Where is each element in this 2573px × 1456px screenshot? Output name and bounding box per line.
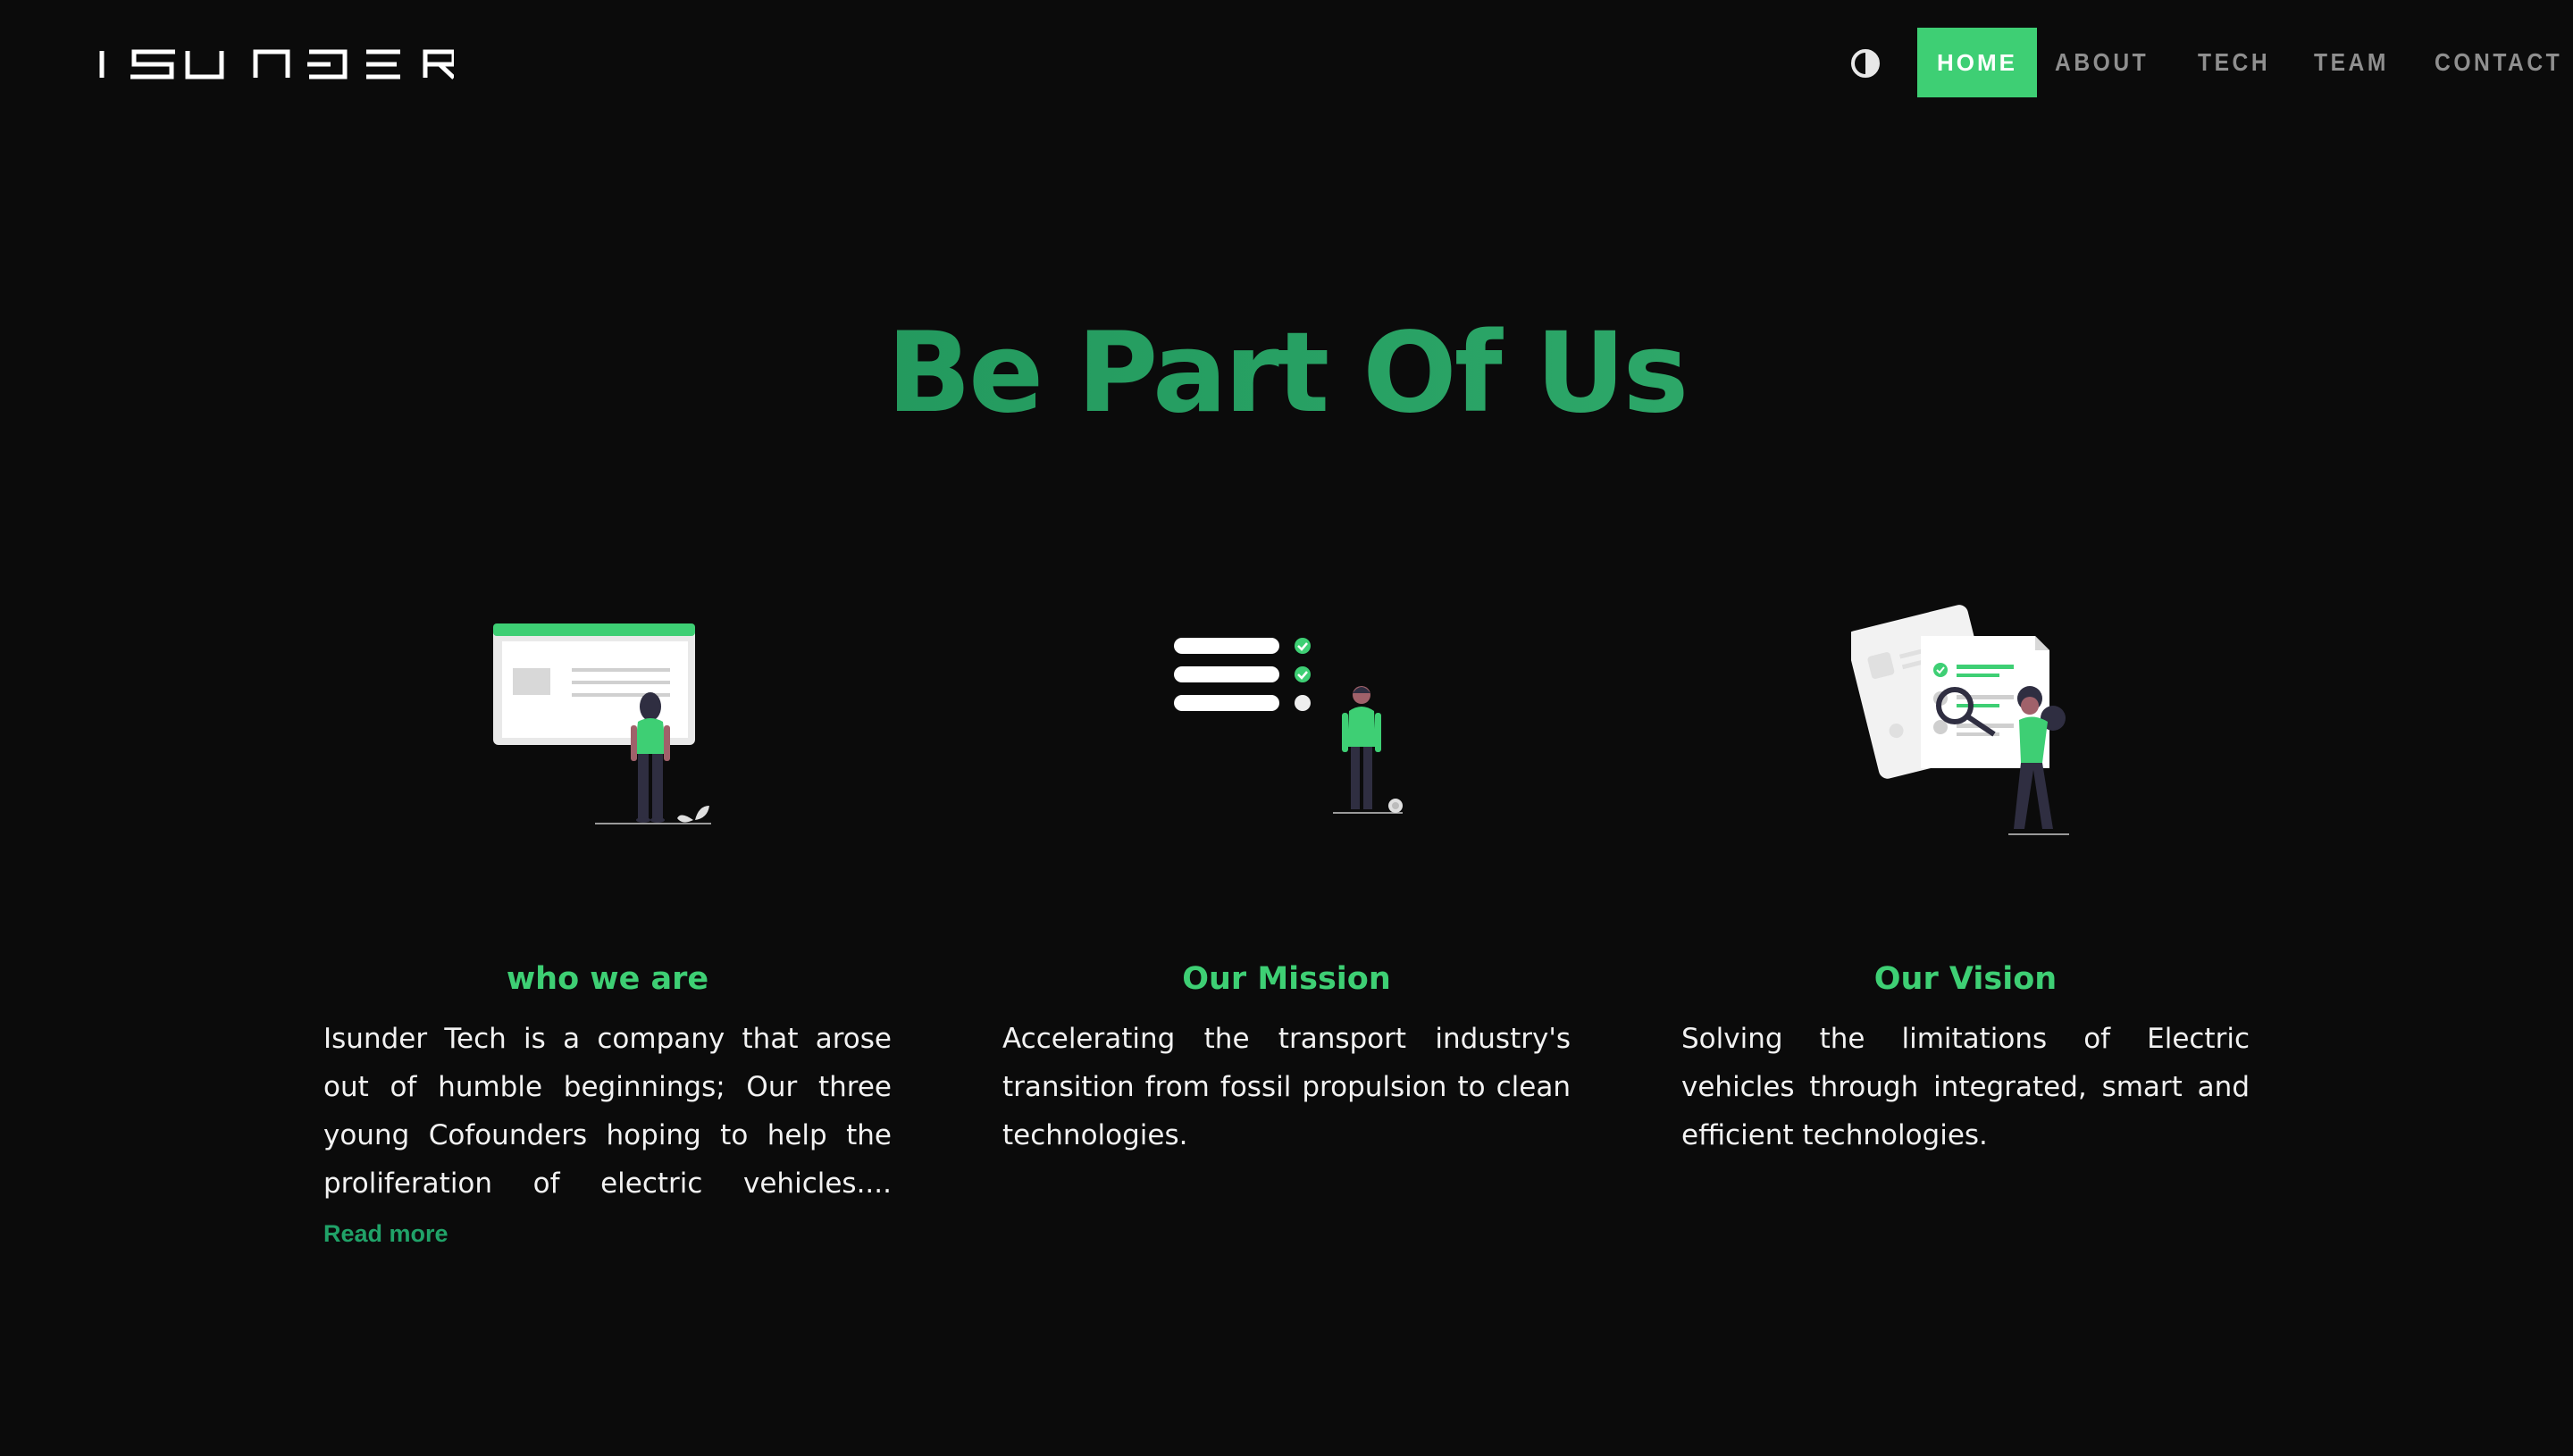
- nav-team[interactable]: TEAM: [2314, 28, 2389, 97]
- card-title: Our Vision: [1873, 961, 2058, 997]
- card-title: who we are: [506, 961, 709, 997]
- logo-wordmark-icon: [99, 49, 454, 79]
- theme-toggle-button[interactable]: [1849, 47, 1882, 79]
- checklist-illustration: [1002, 581, 1571, 849]
- website-viewer-illustration: [323, 581, 892, 849]
- contrast-icon: [1851, 49, 1880, 78]
- read-more-link[interactable]: Read more: [323, 1220, 448, 1248]
- hero-title: Be Part Of Us: [0, 313, 2573, 435]
- nav-about[interactable]: ABOUT: [2055, 28, 2149, 97]
- card-text: Solving the limitations of Electric vehi…: [1681, 1023, 2250, 1151]
- page: HOME ABOUT TECH TEAM CONTACT Be Part Of …: [0, 0, 2573, 1456]
- card-title: Our Mission: [1182, 961, 1391, 997]
- nav-home[interactable]: HOME: [1917, 28, 2037, 97]
- card-our-mission: Our Mission Accelerating the transport i…: [1002, 581, 1571, 1151]
- nav-tech[interactable]: TECH: [2198, 28, 2270, 97]
- site-logo[interactable]: [96, 49, 454, 79]
- document-search-illustration: [1681, 581, 2250, 849]
- main-nav: HOME ABOUT TECH TEAM CONTACT: [1849, 28, 2573, 97]
- card-who-we-are: who we are Isunder Tech is a company tha…: [323, 581, 892, 1247]
- card-text: Isunder Tech is a company that arose out…: [323, 1023, 892, 1200]
- card-text: Accelerating the transport industry's tr…: [1002, 1023, 1571, 1151]
- card-our-vision: Our Vision Solving the limitations of El…: [1681, 581, 2250, 1151]
- nav-contact[interactable]: CONTACT: [2435, 28, 2562, 97]
